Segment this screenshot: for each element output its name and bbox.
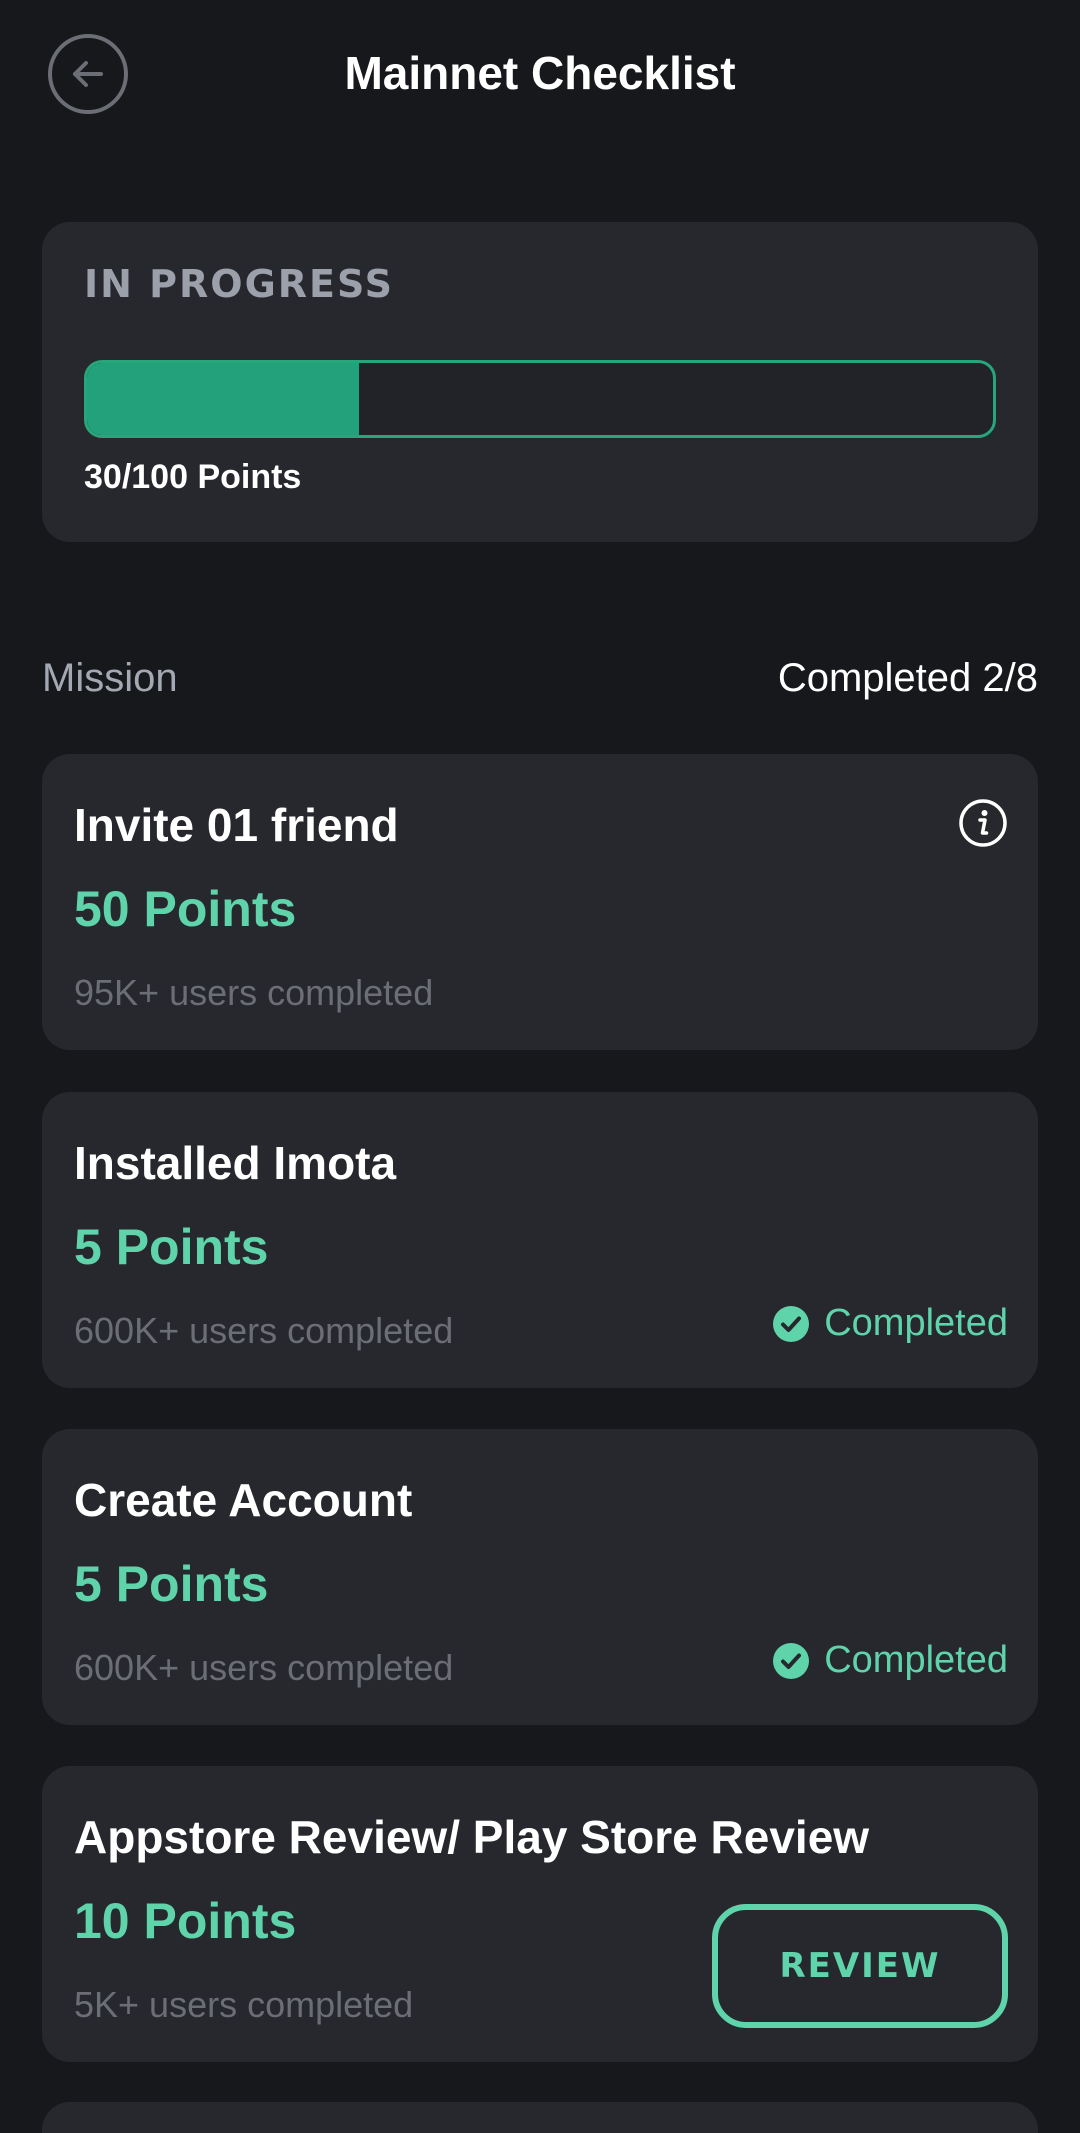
progress-fill [87, 363, 359, 435]
mainnet-checklist-screen: Mainnet Checklist IN PROGRESS 30/100 Poi… [0, 0, 1080, 2133]
completed-label: Completed [824, 1302, 1008, 1344]
mission-users-completed: 600K+ users completed [74, 1647, 454, 1688]
completed-label: Completed [824, 1639, 1008, 1681]
mission-points: 5 Points [74, 1556, 269, 1612]
completed-status: Completed [772, 1302, 1008, 1345]
mission-users-completed: 600K+ users completed [74, 1310, 454, 1351]
mission-points: 50 Points [74, 881, 297, 937]
page-title: Mainnet Checklist [344, 47, 736, 99]
check-circle-icon [773, 1642, 810, 1679]
mission-users-completed: 5K+ users completed [74, 1984, 414, 2025]
progress-card: IN PROGRESS 30/100 Points [42, 222, 1038, 542]
mission-points: 5 Points [74, 1219, 269, 1275]
mission-name: Invite 01 friend [74, 799, 399, 851]
mission-card-create-account[interactable]: Create Account 5 Points 600K+ users comp… [42, 1429, 1038, 1725]
progress-status: IN PROGRESS [84, 262, 395, 306]
info-icon[interactable] [958, 798, 1008, 848]
mission-header: Mission Completed 2/8 [42, 656, 1038, 706]
completed-count: Completed 2/8 [777, 656, 1038, 700]
mission-card-installed-imota[interactable]: Installed Imota 5 Points 600K+ users com… [42, 1092, 1038, 1388]
mission-name: Appstore Review/ Play Store Review [74, 1811, 870, 1863]
mission-card-store-review[interactable]: Appstore Review/ Play Store Review 10 Po… [42, 1766, 1038, 2062]
mission-card-partial[interactable] [42, 2102, 1038, 2133]
mission-users-completed: 95K+ users completed [74, 972, 434, 1013]
check-circle-icon [773, 1305, 810, 1342]
progress-points: 30/100 Points [84, 458, 302, 496]
progress-bar [84, 360, 996, 438]
mission-points: 10 Points [74, 1893, 297, 1949]
completed-status: Completed [772, 1639, 1008, 1682]
header: Mainnet Checklist [0, 0, 1080, 160]
mission-card-invite-friend[interactable]: Invite 01 friend 50 Points 95K+ users co… [42, 754, 1038, 1050]
mission-label: Mission [42, 656, 178, 700]
review-button[interactable]: REVIEW [712, 1904, 1008, 2028]
mission-name: Installed Imota [74, 1137, 397, 1189]
mission-name: Create Account [74, 1474, 413, 1526]
